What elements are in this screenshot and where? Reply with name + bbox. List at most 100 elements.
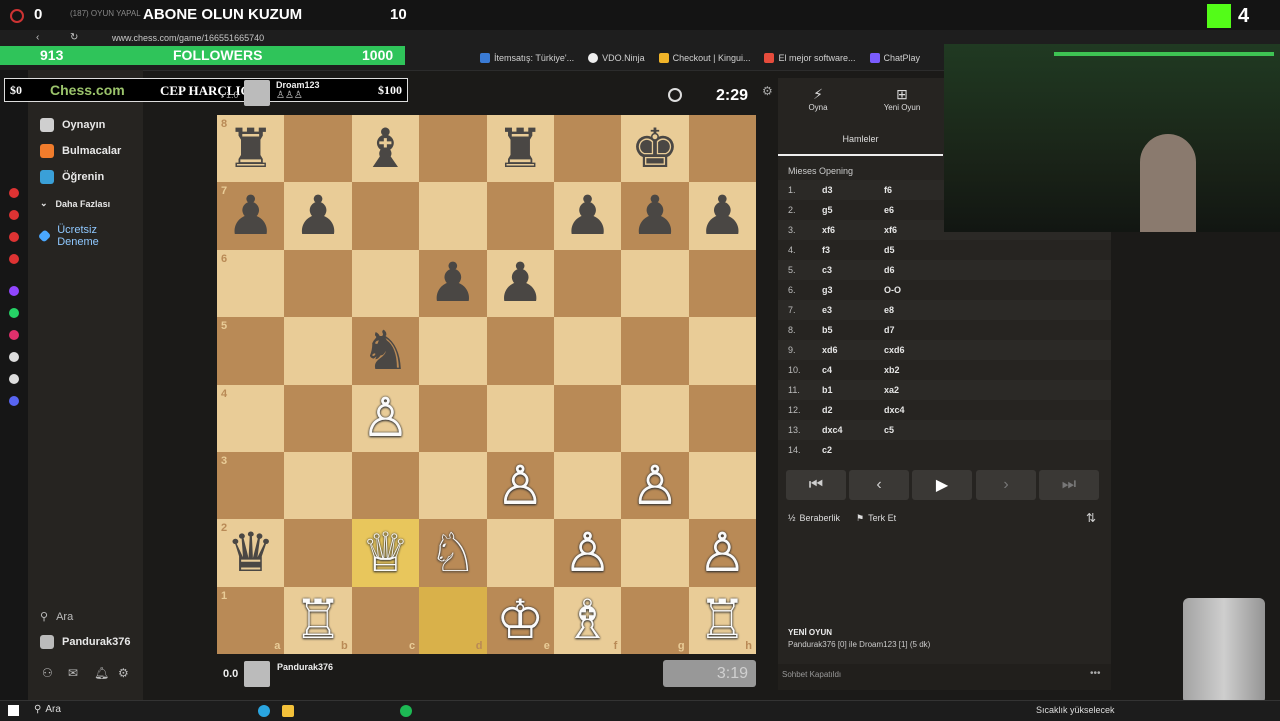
shortcut-icon[interactable] bbox=[9, 254, 19, 264]
twitch-icon[interactable] bbox=[9, 286, 19, 296]
square-f3[interactable] bbox=[553, 451, 622, 520]
white-move[interactable]: xd6 bbox=[822, 345, 884, 355]
square-d2[interactable]: ♘ bbox=[419, 519, 487, 587]
square-a7[interactable]: 7 ♟ bbox=[217, 182, 285, 250]
square-c2[interactable]: ♕ bbox=[351, 519, 420, 587]
bookmark-chatplay[interactable]: ChatPlay bbox=[869, 53, 920, 63]
square-g5[interactable] bbox=[621, 317, 689, 385]
bookmark-software[interactable]: El mejor software... bbox=[764, 53, 856, 63]
chess-piece[interactable]: ♞ bbox=[361, 323, 409, 378]
board-settings-gear-icon[interactable]: ⚙ bbox=[762, 84, 773, 98]
square-a5[interactable]: 5 bbox=[217, 317, 285, 385]
square-g3[interactable]: ♙ bbox=[621, 451, 689, 520]
square-h5[interactable] bbox=[688, 317, 756, 385]
square-c3[interactable] bbox=[351, 451, 420, 520]
chess-piece[interactable]: ♟ bbox=[226, 189, 274, 243]
black-move[interactable]: c5 bbox=[884, 425, 944, 435]
square-c4[interactable]: ♙ bbox=[351, 384, 420, 452]
square-b2[interactable] bbox=[284, 519, 352, 587]
chess-piece[interactable]: ♜ bbox=[496, 121, 544, 176]
square-e7[interactable] bbox=[486, 182, 554, 250]
bookmark-vdoninja[interactable]: VDO.Ninja bbox=[588, 53, 645, 63]
last-move-button[interactable]: ⏭ bbox=[1039, 470, 1099, 500]
black-move[interactable]: cxd6 bbox=[884, 345, 944, 355]
spotify-icon[interactable] bbox=[400, 705, 412, 717]
chess-piece[interactable]: ♙ bbox=[631, 458, 679, 513]
nav-puzzles[interactable]: Bulmacalar bbox=[40, 144, 121, 158]
chess-piece[interactable]: ♟ bbox=[631, 189, 679, 243]
flip-board-icon[interactable]: ⇅ bbox=[1086, 511, 1096, 525]
square-e3[interactable]: ♙ bbox=[486, 451, 554, 520]
square-d3[interactable] bbox=[419, 451, 487, 520]
chess-piece[interactable]: ♚ bbox=[631, 121, 679, 176]
chess-piece[interactable]: ♖ bbox=[698, 593, 746, 647]
black-move[interactable]: xb2 bbox=[884, 365, 944, 375]
black-move[interactable]: e6 bbox=[884, 205, 944, 215]
chess-piece[interactable]: ♔ bbox=[496, 593, 544, 647]
black-move[interactable]: dxc4 bbox=[884, 405, 944, 415]
square-c1[interactable]: c bbox=[351, 586, 420, 654]
square-h2[interactable]: ♙ bbox=[688, 519, 756, 587]
white-move[interactable]: b1 bbox=[822, 385, 884, 395]
reload-icon[interactable]: ↻ bbox=[70, 32, 78, 43]
resign-button[interactable]: ⚑ Terk Et bbox=[856, 513, 896, 524]
square-b8[interactable] bbox=[284, 115, 352, 183]
instagram-icon[interactable] bbox=[9, 330, 19, 340]
draw-button[interactable]: ½ Beraberlik bbox=[788, 513, 840, 523]
black-move[interactable]: d5 bbox=[884, 245, 944, 255]
discord-icon[interactable] bbox=[9, 396, 19, 406]
square-h8[interactable] bbox=[688, 115, 756, 183]
square-d5[interactable] bbox=[419, 317, 487, 385]
chess-piece[interactable]: ♗ bbox=[563, 593, 611, 647]
square-a2[interactable]: 2 ♛ bbox=[217, 519, 285, 587]
white-move[interactable]: dxc4 bbox=[822, 425, 884, 435]
shortcut-icon[interactable] bbox=[9, 188, 19, 198]
square-g6[interactable] bbox=[621, 249, 689, 318]
square-b1[interactable]: b ♖ bbox=[284, 586, 352, 654]
chess-piece[interactable]: ♙ bbox=[563, 525, 611, 580]
chess-piece[interactable]: ♘ bbox=[429, 525, 477, 580]
tab-new-game[interactable]: ⊞ Yeni Oyun bbox=[872, 86, 932, 112]
square-h1[interactable]: h ♖ bbox=[688, 586, 756, 654]
white-move[interactable]: g5 bbox=[822, 205, 884, 215]
shortcut-icon[interactable] bbox=[9, 232, 19, 242]
white-move[interactable]: c2 bbox=[822, 445, 884, 455]
square-e8[interactable]: ♜ bbox=[486, 115, 554, 183]
chess-piece[interactable]: ♟ bbox=[429, 256, 477, 310]
square-b5[interactable] bbox=[284, 317, 352, 385]
black-move[interactable]: e8 bbox=[884, 305, 944, 315]
notifications-icon[interactable]: 🔔︎ bbox=[94, 666, 109, 680]
black-move[interactable]: xf6 bbox=[884, 225, 944, 235]
player-name[interactable]: Pandurak376 bbox=[277, 662, 333, 672]
square-g7[interactable]: ♟ bbox=[621, 182, 689, 250]
nav-play[interactable]: Oynayın bbox=[40, 118, 105, 132]
square-f6[interactable] bbox=[553, 249, 622, 318]
black-move[interactable]: d7 bbox=[884, 325, 944, 335]
more-options-icon[interactable]: ••• bbox=[1090, 668, 1101, 679]
nav-learn[interactable]: Öğrenin bbox=[40, 170, 104, 184]
white-move[interactable]: c3 bbox=[822, 265, 884, 275]
square-c6[interactable] bbox=[351, 249, 420, 318]
chess-piece[interactable]: ♟ bbox=[698, 189, 746, 243]
square-b7[interactable]: ♟ bbox=[284, 182, 352, 250]
chess-piece[interactable]: ♕ bbox=[361, 525, 409, 580]
tiktok-icon[interactable] bbox=[9, 352, 19, 362]
white-move[interactable]: e3 bbox=[822, 305, 884, 315]
square-h3[interactable] bbox=[688, 451, 756, 520]
opponent-avatar[interactable] bbox=[244, 80, 270, 106]
tab-moves[interactable]: Hamleler bbox=[778, 128, 943, 156]
browser-tab-label[interactable]: (187) OYUN YAPAL bbox=[70, 9, 141, 18]
folder-icon[interactable] bbox=[282, 705, 294, 717]
settings-gear-icon[interactable]: ⚙ bbox=[118, 666, 129, 680]
chess-piece[interactable]: ♜ bbox=[226, 121, 274, 176]
black-move[interactable]: f6 bbox=[884, 185, 944, 195]
square-d1[interactable]: d bbox=[419, 586, 487, 654]
square-d4[interactable] bbox=[419, 384, 487, 452]
white-move[interactable]: b5 bbox=[822, 325, 884, 335]
square-f7[interactable]: ♟ bbox=[553, 182, 622, 250]
square-e1[interactable]: e ♔ bbox=[486, 586, 554, 654]
square-f5[interactable] bbox=[553, 317, 622, 385]
black-move[interactable]: d6 bbox=[884, 265, 944, 275]
square-h7[interactable]: ♟ bbox=[688, 182, 756, 250]
square-d6[interactable]: ♟ bbox=[419, 249, 487, 318]
